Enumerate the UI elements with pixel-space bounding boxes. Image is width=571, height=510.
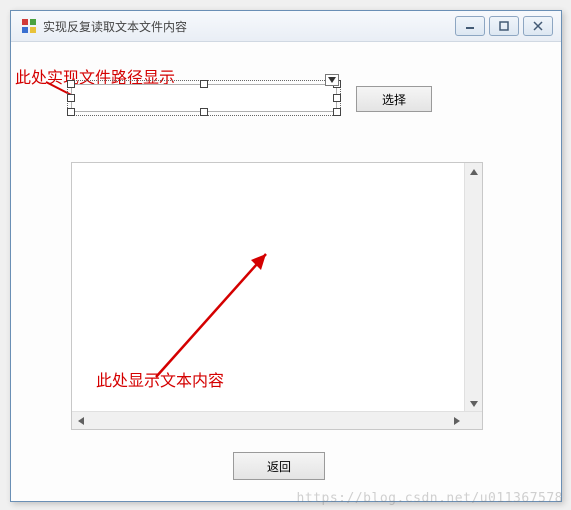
- path-textbox-container: [71, 84, 337, 112]
- content-textarea[interactable]: [71, 162, 483, 430]
- titlebar: 实现反复读取文本文件内容: [11, 11, 561, 42]
- horizontal-scrollbar[interactable]: [72, 411, 482, 429]
- scroll-left-icon[interactable]: [72, 412, 89, 429]
- select-button-label: 选择: [382, 91, 406, 108]
- minimize-button[interactable]: [455, 16, 485, 36]
- scroll-right-icon[interactable]: [448, 412, 465, 429]
- app-window: 实现反复读取文本文件内容 此处实现文件路径显示: [10, 10, 562, 502]
- vertical-scrollbar[interactable]: [464, 163, 482, 412]
- back-button[interactable]: 返回: [233, 452, 325, 480]
- close-button[interactable]: [523, 16, 553, 36]
- app-icon: [21, 18, 37, 34]
- maximize-button[interactable]: [489, 16, 519, 36]
- scroll-down-icon[interactable]: [465, 395, 482, 412]
- path-input[interactable]: [71, 84, 337, 112]
- scroll-corner: [465, 412, 482, 429]
- select-button[interactable]: 选择: [356, 86, 432, 112]
- scroll-up-icon[interactable]: [465, 163, 482, 180]
- back-button-label: 返回: [267, 458, 291, 475]
- window-controls: [455, 16, 557, 36]
- window-title: 实现反复读取文本文件内容: [43, 18, 455, 35]
- client-area: 此处实现文件路径显示 选择: [11, 42, 561, 502]
